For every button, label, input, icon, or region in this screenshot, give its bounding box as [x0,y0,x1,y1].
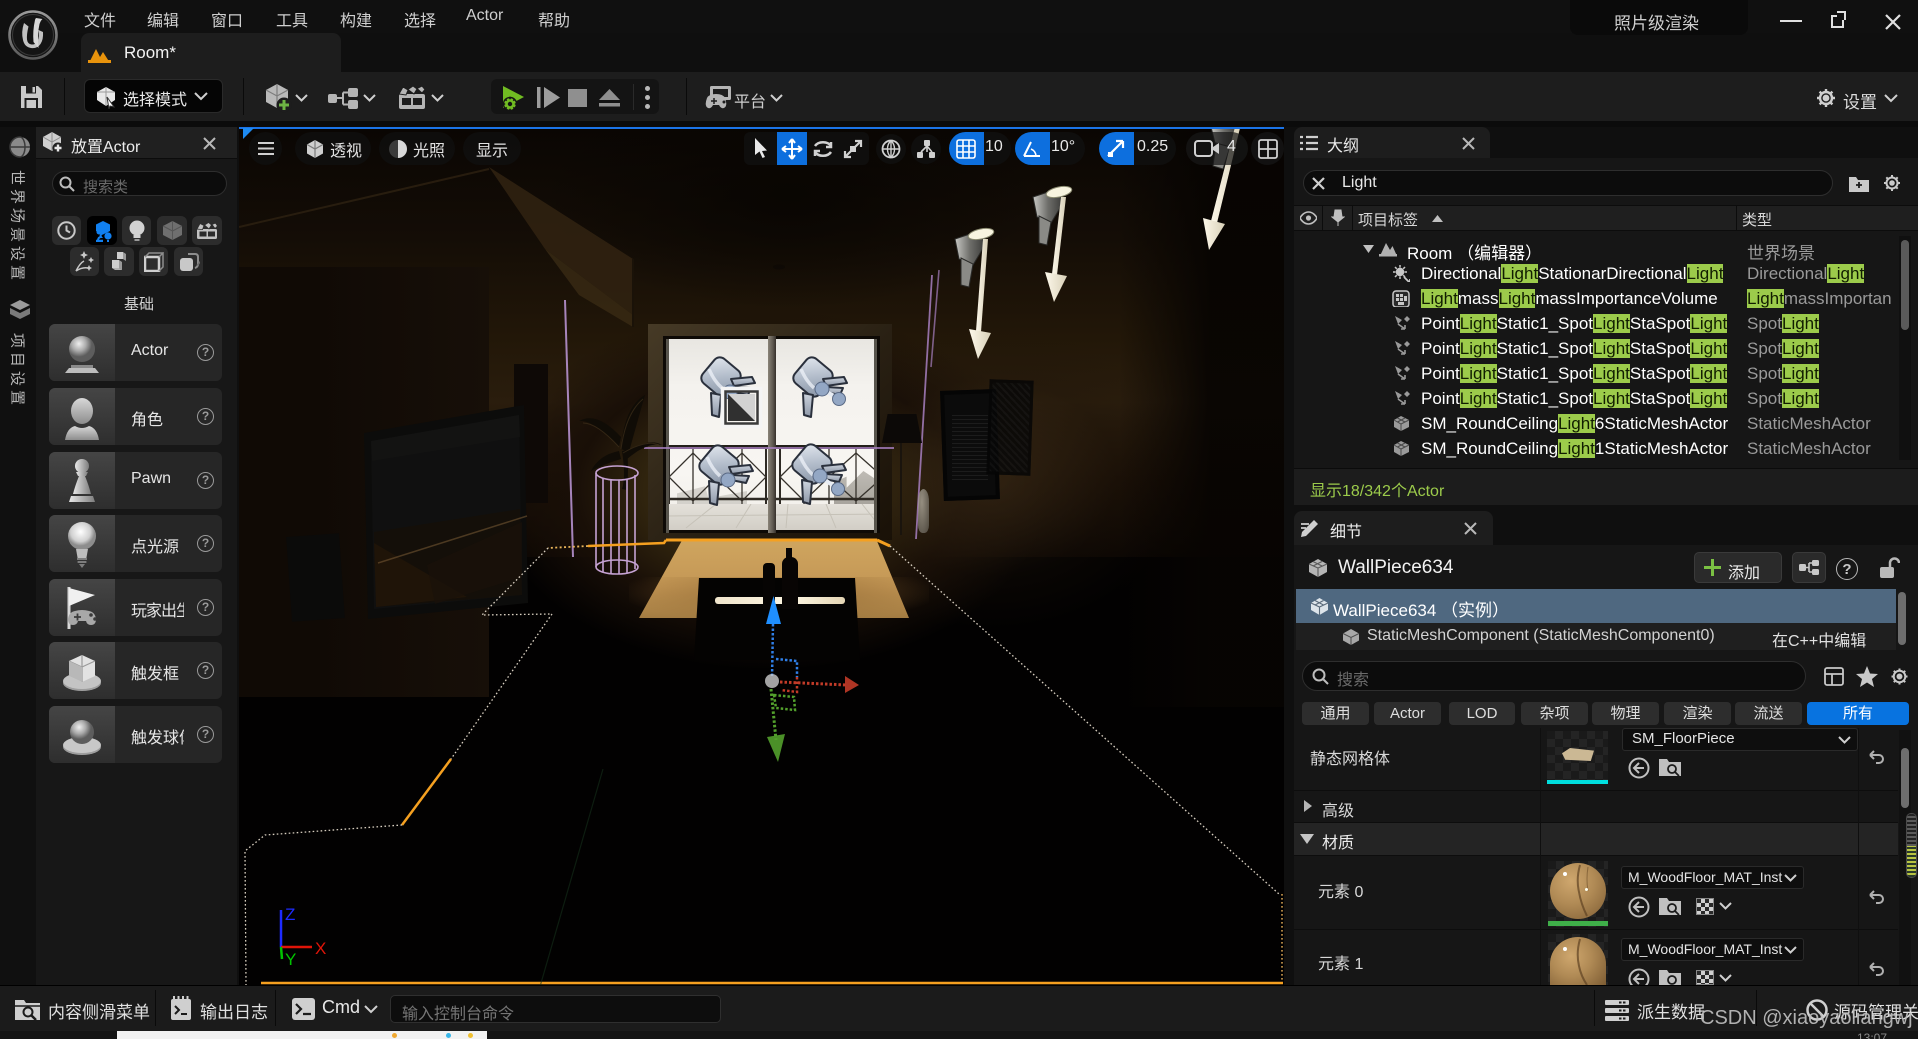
svg-text:X: X [315,939,326,958]
svg-text:Z: Z [285,905,295,924]
svg-text:Y: Y [285,950,296,969]
